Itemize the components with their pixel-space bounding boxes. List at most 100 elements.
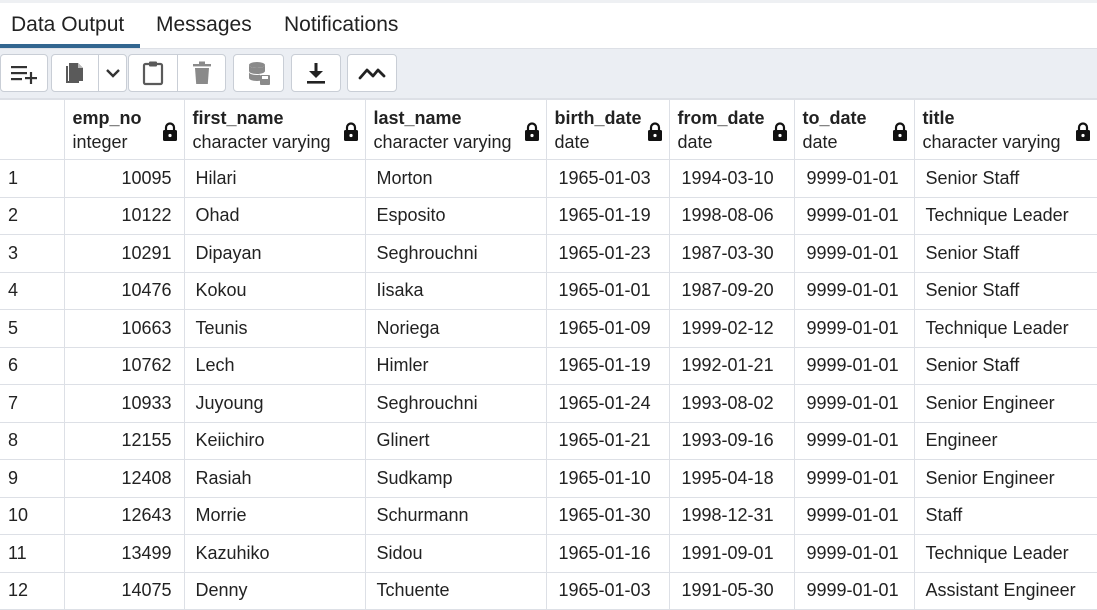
row-number[interactable]: 8 [0,421,65,460]
cell-last-name[interactable]: Himler [364,346,547,385]
cell-from-date[interactable]: 1987-09-20 [668,271,795,310]
cell-first-name[interactable]: Kazuhiko [183,534,366,573]
cell-from-date[interactable]: 1998-08-06 [668,196,795,235]
cell-from-date[interactable]: 1999-02-12 [668,309,795,348]
cell-first-name[interactable]: Kokou [183,271,366,310]
cell-title[interactable]: Senior Staff [913,159,1097,198]
cell-last-name[interactable]: Schurmann [364,496,547,535]
cell-to-date[interactable]: 9999-01-01 [793,346,915,385]
cell-last-name[interactable]: Sudkamp [364,459,547,498]
add-row-button[interactable] [0,54,48,92]
copy-options-button[interactable] [99,55,127,91]
cell-last-name[interactable]: Iisaka [364,271,547,310]
cell-title[interactable]: Senior Staff [913,346,1097,385]
column-header-first-name[interactable]: first_name character varying [183,99,366,160]
cell-first-name[interactable]: Ohad [183,196,366,235]
save-data-button[interactable] [233,54,284,92]
cell-emp-no[interactable]: 10933 [63,384,185,423]
cell-title[interactable]: Senior Staff [913,234,1097,273]
column-header-emp-no[interactable]: emp_no integer [63,99,185,160]
cell-to-date[interactable]: 9999-01-01 [793,459,915,498]
cell-emp-no[interactable]: 10122 [63,196,185,235]
row-number[interactable]: 2 [0,196,65,235]
cell-to-date[interactable]: 9999-01-01 [793,384,915,423]
row-number[interactable]: 10 [0,496,65,535]
cell-to-date[interactable]: 9999-01-01 [793,496,915,535]
cell-first-name[interactable]: Rasiah [183,459,366,498]
cell-birth-date[interactable]: 1965-01-30 [545,496,670,535]
cell-emp-no[interactable]: 10476 [63,271,185,310]
cell-first-name[interactable]: Morrie [183,496,366,535]
cell-birth-date[interactable]: 1965-01-01 [545,271,670,310]
cell-from-date[interactable]: 1991-09-01 [668,534,795,573]
cell-to-date[interactable]: 9999-01-01 [793,159,915,198]
graph-visualiser-button[interactable] [347,54,397,92]
cell-from-date[interactable]: 1991-05-30 [668,571,795,610]
cell-first-name[interactable]: Juyoung [183,384,366,423]
cell-from-date[interactable]: 1987-03-30 [668,234,795,273]
cell-to-date[interactable]: 9999-01-01 [793,234,915,273]
cell-emp-no[interactable]: 10095 [63,159,185,198]
row-number[interactable]: 3 [0,234,65,273]
cell-emp-no[interactable]: 12643 [63,496,185,535]
tab-data-output[interactable]: Data Output [11,13,124,37]
row-number-header[interactable] [0,99,65,160]
column-header-birth-date[interactable]: birth_date date [545,99,670,160]
row-number[interactable]: 7 [0,384,65,423]
cell-last-name[interactable]: Glinert [364,421,547,460]
download-button[interactable] [291,54,341,92]
cell-first-name[interactable]: Teunis [183,309,366,348]
cell-to-date[interactable]: 9999-01-01 [793,571,915,610]
cell-from-date[interactable]: 1993-09-16 [668,421,795,460]
cell-title[interactable]: Technique Leader [913,196,1097,235]
cell-emp-no[interactable]: 10762 [63,346,185,385]
cell-last-name[interactable]: Esposito [364,196,547,235]
cell-birth-date[interactable]: 1965-01-19 [545,346,670,385]
cell-emp-no[interactable]: 14075 [63,571,185,610]
cell-to-date[interactable]: 9999-01-01 [793,196,915,235]
cell-to-date[interactable]: 9999-01-01 [793,421,915,460]
cell-last-name[interactable]: Seghrouchni [364,384,547,423]
cell-from-date[interactable]: 1995-04-18 [668,459,795,498]
cell-birth-date[interactable]: 1965-01-03 [545,159,670,198]
row-number[interactable]: 9 [0,459,65,498]
cell-title[interactable]: Senior Engineer [913,459,1097,498]
paste-button[interactable] [129,55,177,91]
cell-emp-no[interactable]: 12155 [63,421,185,460]
cell-first-name[interactable]: Dipayan [183,234,366,273]
cell-birth-date[interactable]: 1965-01-10 [545,459,670,498]
delete-button[interactable] [178,55,226,91]
cell-birth-date[interactable]: 1965-01-19 [545,196,670,235]
cell-title[interactable]: Engineer [913,421,1097,460]
row-number[interactable]: 1 [0,159,65,198]
row-number[interactable]: 6 [0,346,65,385]
row-number[interactable]: 4 [0,271,65,310]
cell-birth-date[interactable]: 1965-01-23 [545,234,670,273]
cell-birth-date[interactable]: 1965-01-16 [545,534,670,573]
column-header-last-name[interactable]: last_name character varying [364,99,547,160]
cell-last-name[interactable]: Tchuente [364,571,547,610]
cell-last-name[interactable]: Seghrouchni [364,234,547,273]
cell-first-name[interactable]: Hilari [183,159,366,198]
cell-emp-no[interactable]: 13499 [63,534,185,573]
tab-notifications[interactable]: Notifications [284,13,398,37]
row-number[interactable]: 11 [0,534,65,573]
cell-birth-date[interactable]: 1965-01-21 [545,421,670,460]
column-header-from-date[interactable]: from_date date [668,99,795,160]
cell-emp-no[interactable]: 10663 [63,309,185,348]
cell-title[interactable]: Technique Leader [913,534,1097,573]
cell-first-name[interactable]: Keiichiro [183,421,366,460]
cell-last-name[interactable]: Morton [364,159,547,198]
cell-from-date[interactable]: 1998-12-31 [668,496,795,535]
column-header-to-date[interactable]: to_date date [793,99,915,160]
cell-title[interactable]: Senior Staff [913,271,1097,310]
tab-messages[interactable]: Messages [156,13,252,37]
cell-birth-date[interactable]: 1965-01-09 [545,309,670,348]
cell-title[interactable]: Assistant Engineer [913,571,1097,610]
cell-from-date[interactable]: 1993-08-02 [668,384,795,423]
cell-to-date[interactable]: 9999-01-01 [793,309,915,348]
copy-button[interactable] [52,55,98,91]
cell-emp-no[interactable]: 10291 [63,234,185,273]
cell-first-name[interactable]: Denny [183,571,366,610]
cell-emp-no[interactable]: 12408 [63,459,185,498]
